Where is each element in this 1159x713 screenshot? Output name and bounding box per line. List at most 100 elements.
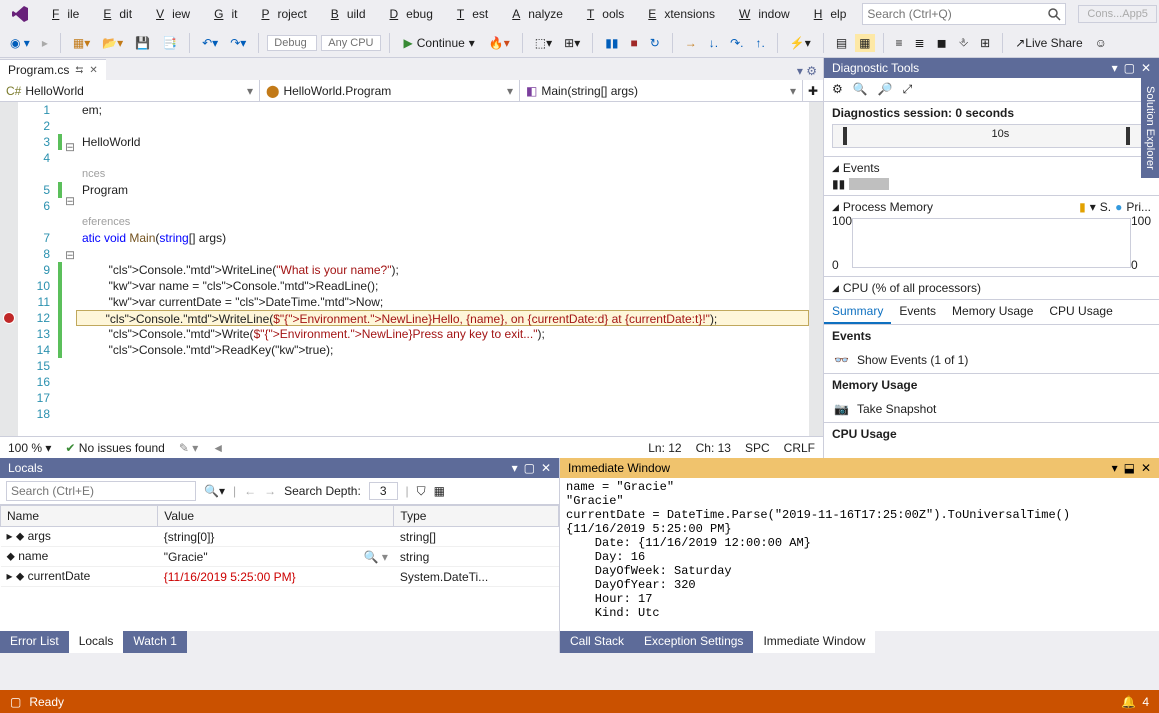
diag-tab-summary[interactable]: Summary [824,300,891,324]
pause-button[interactable]: ▮▮ [601,34,622,52]
zoom-in-icon[interactable]: 🔍 [853,82,868,97]
notifications-icon[interactable]: 🔔 [1121,695,1136,709]
columns-icon[interactable]: ▦ [434,484,445,498]
bottom-tab-error-list[interactable]: Error List [0,631,69,653]
dropdown-icon[interactable]: ▾ [1112,61,1118,75]
menu-file[interactable]: File [36,3,87,25]
nav-fwd-button[interactable]: ▸ [38,34,52,52]
bottom-tab-immediate-window[interactable]: Immediate Window [753,631,875,653]
issues-indicator[interactable]: ✔ No issues found [65,441,164,455]
gear-icon[interactable]: ⚙ [832,82,843,97]
bottom-tab-call-stack[interactable]: Call Stack [560,631,634,653]
breakpoint-gutter[interactable] [0,102,18,436]
zoom-combo[interactable]: 100 % ▾ [8,441,51,455]
stop-button[interactable]: ■ [626,34,641,52]
locals-row[interactable]: ⬥ name"Gracie" 🔍 ▾string [1,547,559,567]
take-snapshot-link[interactable]: 📷Take Snapshot [824,396,1159,422]
menu-tools[interactable]: Tools [571,3,632,25]
search-box[interactable] [862,3,1066,25]
pause-events-icon[interactable]: ▮▮ [832,177,845,191]
timeline[interactable]: 10s [832,124,1151,148]
step-out-icon[interactable]: ↑. [752,34,769,52]
hot-reload-icon[interactable]: 🔥▾ [485,34,514,52]
menu-build[interactable]: Build [315,3,374,25]
thread-icon[interactable]: ⊞▾ [560,34,584,52]
redo-icon[interactable]: ↷▾ [226,34,250,52]
locals-table[interactable]: NameValueType ▸ ⬥ args{string[0]}string[… [0,505,559,631]
diag-tab-events[interactable]: Events [891,300,944,324]
close-pane-icon[interactable]: ✕ [1141,461,1151,475]
platform-combo[interactable]: Any CPU [321,35,380,51]
close-tab-icon[interactable]: ✕ [89,65,97,76]
document-tab-program[interactable]: Program.cs ⮀ ✕ [0,59,106,80]
nav-namespace[interactable]: C#HelloWorld▾ [0,80,260,101]
overview-ruler[interactable] [809,102,823,436]
depth-value[interactable]: 3 [369,482,398,500]
continue-button[interactable]: ▶Continue ▾ [398,34,481,52]
format-icon[interactable]: ⎀ [955,33,973,52]
locals-search-input[interactable] [6,481,196,501]
menu-debug[interactable]: Debug [374,3,441,25]
live-share-button[interactable]: ↗ Live Share [1011,34,1086,52]
pin-icon[interactable]: ▢ [524,461,535,475]
bottom-tab-watch-1[interactable]: Watch 1 [123,631,187,653]
solution-explorer-tab[interactable]: Solution Explorer [1141,78,1159,178]
save-all-icon[interactable]: 📑 [158,34,181,52]
filter-icon[interactable]: ✎ ▾ [179,441,198,455]
restart-button[interactable]: ↻ [646,34,664,52]
nav-class[interactable]: ⬤HelloWorld.Program▾ [260,80,520,101]
dropdown-icon[interactable]: ▾ [1112,461,1118,475]
immediate-content[interactable]: name = "Gracie" "Gracie" currentDate = D… [560,478,1159,631]
nav-back-button[interactable]: ◉ ▾ [6,34,34,52]
intellicode-icon[interactable]: ⚡▾ [786,34,815,52]
pin-icon[interactable]: ⬓ [1124,461,1135,475]
menu-test[interactable]: Test [441,3,496,25]
menu-extensions[interactable]: Extensions [632,3,723,25]
filter-icon[interactable]: ⛉ [417,484,426,499]
process-icon[interactable]: ⬚▾ [531,34,556,52]
pin-icon[interactable]: ▢ [1124,61,1135,75]
code-editor[interactable]: 123456789101112131415161718 ⊟⊟⊟ em;Hello… [0,102,823,436]
search-input[interactable] [867,7,1047,21]
layout1-icon[interactable]: ▤ [832,34,851,52]
insert-mode[interactable]: SPC [745,441,770,455]
step-over-icon[interactable]: ↷. [726,34,747,52]
open-icon[interactable]: 📂▾ [98,34,127,52]
new-project-icon[interactable]: ▦▾ [69,34,94,52]
outline-gutter[interactable]: ⊟⊟⊟ [64,102,78,436]
menu-git[interactable]: Git [198,3,245,25]
menu-project[interactable]: Project [245,3,314,25]
search-dropdown-icon[interactable]: 🔍▾ [204,484,225,498]
bottom-tab-exception-settings[interactable]: Exception Settings [634,631,753,653]
diag-tab-cpu-usage[interactable]: CPU Usage [1041,300,1120,324]
config-combo[interactable]: Debug [267,35,317,51]
menu-help[interactable]: Help [798,3,855,25]
nav-method[interactable]: ◧Main(string[] args)▾ [520,80,803,101]
close-pane-icon[interactable]: ✕ [1141,61,1151,75]
layout2-icon[interactable]: ▦ [855,34,874,52]
code-lines[interactable]: em;HelloWorldncesProgrameferencesatic vo… [78,102,809,436]
memory-chart[interactable] [852,218,1131,268]
search-prev-icon[interactable]: ← [244,484,256,498]
search-next-icon[interactable]: → [264,484,276,498]
diag-tab-memory-usage[interactable]: Memory Usage [944,300,1041,324]
comment-icon[interactable]: ≡ [892,34,907,52]
dropdown-icon[interactable]: ▾ [512,461,518,475]
output-icon[interactable]: ▢ [10,695,21,709]
menu-edit[interactable]: Edit [87,3,140,25]
split-view-icon[interactable]: ✚ [803,80,823,101]
step-into-icon[interactable]: ↓. [705,34,722,52]
zoom-out-icon[interactable]: 🔎 [878,82,893,97]
search-icon[interactable] [1047,7,1061,21]
uncomment-icon[interactable]: ≣ [911,34,929,52]
show-events-link[interactable]: 👓Show Events (1 of 1) [824,347,1159,373]
doc-dropdown[interactable]: ▾ ⚙ [791,62,823,80]
split-icon[interactable]: ⊞ [976,34,994,52]
locals-row[interactable]: ▸ ⬥ currentDate{11/16/2019 5:25:00 PM}Sy… [1,567,559,587]
menu-view[interactable]: View [140,3,198,25]
reset-zoom-icon[interactable]: ⤢ [903,82,913,97]
line-ending[interactable]: CRLF [784,441,815,455]
undo-icon[interactable]: ↶▾ [198,34,222,52]
bookmark-icon[interactable]: ◼ [933,34,951,52]
pin-icon[interactable]: ⮀ [75,65,83,76]
